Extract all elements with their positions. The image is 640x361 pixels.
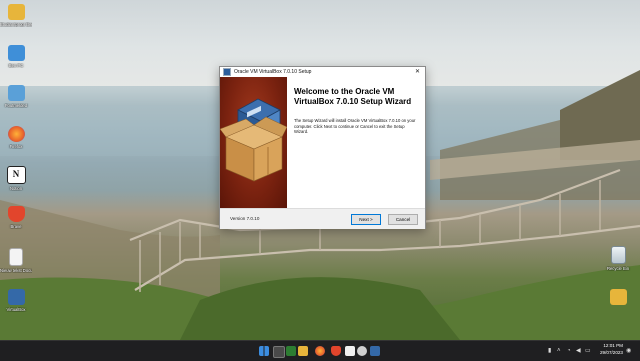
desktop-icon-virtualbox[interactable]: VirtualBox bbox=[0, 289, 32, 312]
close-icon[interactable]: ✕ bbox=[415, 68, 420, 76]
version-label: Version 7.0.10 bbox=[230, 216, 260, 221]
notion-icon[interactable] bbox=[345, 346, 355, 356]
welcome-heading: Welcome to the Oracle VM VirtualBox 7.0.… bbox=[294, 87, 412, 106]
folder-icon[interactable] bbox=[298, 346, 308, 356]
folder-icon bbox=[7, 4, 25, 20]
brave-icon[interactable] bbox=[331, 346, 341, 356]
recycle-bin-icon bbox=[610, 246, 626, 264]
virtualbox-box-logo bbox=[220, 98, 287, 182]
desktop-icon-notion[interactable]: N Notion bbox=[0, 166, 32, 191]
terminal-icon[interactable] bbox=[286, 346, 296, 356]
brave-icon bbox=[7, 206, 25, 222]
volume-icon[interactable]: ◀ bbox=[576, 346, 581, 356]
virtualbox-icon bbox=[7, 289, 25, 305]
notification-icon[interactable]: ◉ bbox=[626, 346, 631, 356]
clock-date: 29/07/2023 bbox=[600, 349, 623, 355]
desktop-icon-foutmelded[interactable]: Foutmelded bbox=[0, 85, 32, 108]
desktop-icon-firefox[interactable]: Firefox bbox=[0, 126, 32, 149]
welcome-description: The Setup Wizard will install Oracle VM … bbox=[294, 118, 416, 134]
notion-icon: N bbox=[6, 166, 26, 184]
wizard-banner bbox=[220, 77, 287, 208]
chevron-up-icon[interactable]: ˄ bbox=[557, 346, 561, 356]
virtualbox-icon[interactable] bbox=[370, 346, 380, 356]
desktop-icon-etudiantprogr[interactable]: Etudiantprogr Bedeas bbox=[0, 4, 32, 27]
wizard-content: Welcome to the Oracle VM VirtualBox 7.0.… bbox=[287, 77, 425, 208]
dialog-titlebar[interactable]: Oracle VM VirtualBox 7.0.10 Setup ✕ bbox=[220, 67, 425, 77]
this-pc-icon bbox=[7, 45, 25, 61]
cancel-button[interactable]: Cancel bbox=[388, 214, 418, 225]
shortcut-icon bbox=[7, 85, 25, 101]
desktop-icon-this-pc[interactable]: Ben PC bbox=[0, 45, 32, 68]
wizard-footer: Version 7.0.10 Next > Cancel bbox=[220, 208, 425, 229]
windows-start-icon[interactable] bbox=[259, 346, 269, 356]
battery-icon[interactable]: ▭ bbox=[585, 346, 591, 356]
github-icon[interactable] bbox=[357, 346, 367, 356]
taskbar: ▮ ˄ ◔ ◀ ▭ 12:01 PM 29/07/2023 ◉ bbox=[0, 340, 640, 361]
firefox-icon[interactable] bbox=[315, 346, 325, 356]
desktop-icon-folder[interactable] bbox=[602, 289, 634, 305]
firefox-icon bbox=[7, 126, 25, 142]
dialog-title: Oracle VM VirtualBox 7.0.10 Setup bbox=[234, 69, 312, 75]
microphone-icon[interactable]: ▮ bbox=[548, 346, 551, 356]
desktop-icon-brave[interactable]: Brave bbox=[0, 206, 32, 229]
setup-wizard-dialog: Oracle VM VirtualBox 7.0.10 Setup ✕ Welc… bbox=[219, 66, 426, 229]
clock[interactable]: 12:01 PM 29/07/2023 bbox=[593, 343, 623, 356]
folder-icon bbox=[609, 289, 627, 305]
text-document-icon bbox=[9, 248, 23, 266]
file-explorer-icon[interactable] bbox=[273, 346, 285, 358]
desktop-icon-text-document[interactable]: Nieuw tekst Document bbox=[0, 248, 32, 273]
desktop-icon-recycle-bin[interactable]: Recycle Bin bbox=[602, 246, 634, 271]
virtualbox-app-icon bbox=[223, 68, 231, 76]
wifi-icon[interactable]: ◔ bbox=[567, 346, 571, 356]
next-button[interactable]: Next > bbox=[351, 214, 381, 225]
